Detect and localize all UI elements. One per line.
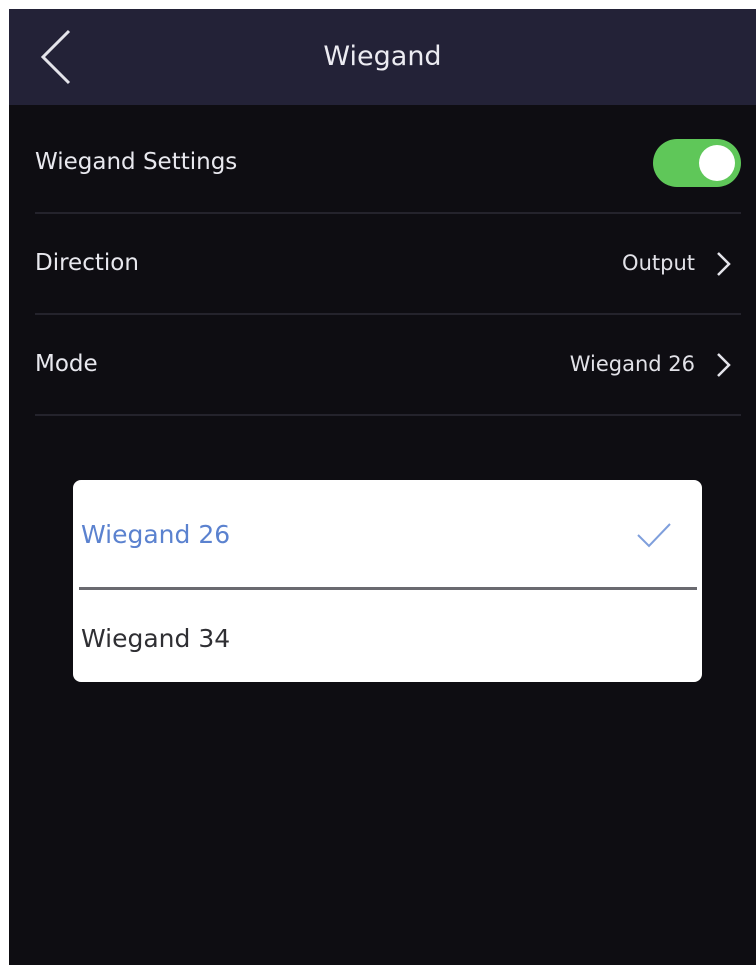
wiegand-settings-toggle[interactable]: [653, 139, 741, 187]
mode-value: Wiegand 26: [569, 352, 695, 376]
header-bar: Wiegand: [9, 9, 756, 105]
chevron-right-icon: [717, 353, 731, 377]
option-label: Wiegand 34: [81, 624, 231, 653]
chevron-right-icon: [717, 252, 731, 276]
page-title: Wiegand: [323, 41, 442, 72]
direction-row[interactable]: Direction Output: [35, 213, 741, 315]
mode-row[interactable]: Mode Wiegand 26: [35, 314, 741, 416]
direction-label: Direction: [35, 250, 139, 276]
direction-value: Output: [622, 251, 695, 275]
wiegand-settings-label: Wiegand Settings: [35, 149, 238, 175]
toggle-knob: [699, 145, 735, 181]
checkmark-icon: [637, 523, 671, 548]
mode-label: Mode: [35, 351, 98, 377]
wiegand-settings-row: Wiegand Settings: [35, 112, 741, 214]
app-screen: Wiegand Wiegand Settings Direction Outpu…: [9, 9, 756, 965]
option-wiegand-26[interactable]: Wiegand 26: [73, 480, 702, 580]
option-wiegand-34[interactable]: Wiegand 34: [73, 590, 702, 682]
option-label: Wiegand 26: [81, 520, 231, 549]
mode-picker-popup: Wiegand 26 Wiegand 34: [73, 480, 702, 682]
